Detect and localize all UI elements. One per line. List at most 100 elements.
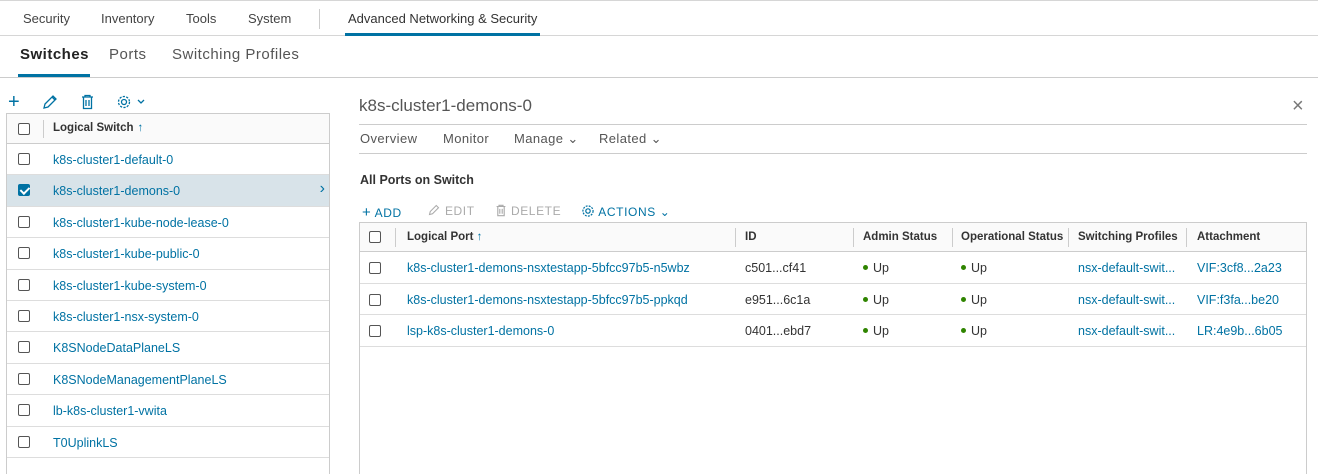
row-checkbox[interactable]: [369, 325, 381, 337]
nav-tools[interactable]: Tools: [186, 1, 216, 36]
nav-divider: [319, 9, 320, 29]
chevron-right-icon[interactable]: ›: [320, 180, 325, 198]
column-header-logical-switch[interactable]: Logical Switch ↑: [53, 122, 143, 134]
column-header-id[interactable]: ID: [745, 231, 757, 243]
pencil-icon[interactable]: [42, 94, 58, 110]
gear-icon[interactable]: [116, 94, 146, 110]
switching-profile-link[interactable]: nsx-default-swit...: [1078, 261, 1175, 275]
row-checkbox[interactable]: [18, 184, 30, 197]
row-checkbox[interactable]: [18, 153, 30, 165]
column-divider: [1186, 228, 1187, 247]
tab-ports[interactable]: Ports: [109, 46, 147, 63]
tab-overview[interactable]: Overview: [360, 131, 417, 146]
switch-row[interactable]: k8s-cluster1-demons-0 ›: [7, 175, 329, 207]
divider: [359, 124, 1307, 125]
row-checkbox[interactable]: [18, 247, 30, 260]
select-all-ports-checkbox[interactable]: [369, 231, 381, 243]
gear-icon: [582, 205, 594, 217]
switch-row[interactable]: T0UplinkLS: [7, 427, 329, 458]
switch-name-link[interactable]: K8SNodeManagementPlaneLS: [53, 373, 227, 387]
row-checkbox[interactable]: [369, 293, 381, 306]
row-checkbox[interactable]: [18, 372, 30, 385]
port-name-link[interactable]: k8s-cluster1-demons-nsxtestapp-5bfcc97b5…: [407, 293, 688, 307]
edit-button[interactable]: EDIT: [427, 204, 475, 218]
column-header-attachment[interactable]: Attachment: [1197, 231, 1260, 243]
switch-name-link[interactable]: k8s-cluster1-kube-public-0: [53, 247, 200, 261]
switch-row[interactable]: k8s-cluster1-kube-public-0: [7, 238, 329, 270]
status-dot-icon: [863, 328, 868, 333]
sort-arrow-icon: ↑: [476, 231, 483, 243]
column-header-logical-port[interactable]: Logical Port ↑: [407, 231, 482, 243]
nav-advanced-networking[interactable]: Advanced Networking & Security: [345, 1, 541, 36]
tab-monitor[interactable]: Monitor: [443, 131, 489, 146]
switch-name-link[interactable]: k8s-cluster1-default-0: [53, 153, 173, 167]
table-row: k8s-cluster1-demons-nsxtestapp-5bfcc97b5…: [360, 252, 1306, 284]
admin-status: Up: [863, 261, 889, 275]
nav-system[interactable]: System: [248, 1, 291, 36]
column-divider: [952, 228, 953, 247]
switch-row[interactable]: k8s-cluster1-default-0: [7, 144, 329, 176]
port-name-link[interactable]: k8s-cluster1-demons-nsxtestapp-5bfcc97b5…: [407, 261, 690, 275]
column-divider: [43, 120, 44, 138]
column-header-switching-profiles[interactable]: Switching Profiles: [1078, 231, 1178, 243]
row-checkbox[interactable]: [18, 404, 30, 417]
switch-name-link[interactable]: k8s-cluster1-nsx-system-0: [53, 310, 199, 324]
tab-related[interactable]: Related ⌄: [599, 131, 662, 147]
status-dot-icon: [961, 328, 966, 333]
column-header-operational-status[interactable]: Operational Status: [961, 231, 1063, 243]
sort-arrow-icon: ↑: [137, 122, 144, 134]
admin-status: Up: [863, 293, 889, 307]
switch-row[interactable]: lb-k8s-cluster1-vwita: [7, 395, 329, 427]
nav-inventory[interactable]: Inventory: [101, 1, 154, 36]
tab-switching-profiles[interactable]: Switching Profiles: [172, 46, 299, 63]
switch-row[interactable]: k8s-cluster1-kube-node-lease-0: [7, 207, 329, 239]
port-name-link[interactable]: lsp-k8s-cluster1-demons-0: [407, 324, 554, 338]
section-title: All Ports on Switch: [360, 173, 474, 187]
trash-icon: [496, 204, 506, 217]
port-id: e951...6c1a: [745, 292, 811, 307]
column-divider: [853, 228, 854, 247]
row-checkbox[interactable]: [18, 341, 30, 354]
admin-status: Up: [863, 324, 889, 338]
actions-menu-button[interactable]: ACTIONS ⌄: [581, 204, 670, 219]
attachment-link[interactable]: LR:4e9b...6b05: [1197, 324, 1283, 338]
row-checkbox[interactable]: [18, 278, 30, 291]
add-button[interactable]: + ADD: [362, 204, 402, 221]
switch-row[interactable]: k8s-cluster1-nsx-system-0: [7, 301, 329, 333]
switch-name-link[interactable]: k8s-cluster1-kube-system-0: [53, 279, 207, 293]
switch-name-link[interactable]: k8s-cluster1-kube-node-lease-0: [53, 216, 229, 230]
status-dot-icon: [961, 265, 966, 270]
status-dot-icon: [863, 296, 868, 302]
trash-icon[interactable]: [80, 94, 95, 110]
row-checkbox[interactable]: [369, 262, 381, 274]
column-divider: [1068, 228, 1069, 247]
operational-status: Up: [961, 293, 987, 307]
close-icon[interactable]: ×: [1292, 96, 1304, 116]
switch-grid: Logical Switch ↑ k8s-cluster1-default-0 k8…: [6, 113, 330, 474]
attachment-link[interactable]: VIF:f3fa...be20: [1197, 293, 1279, 307]
switch-name-link[interactable]: K8SNodeDataPlaneLS: [53, 341, 180, 355]
switch-name-link[interactable]: k8s-cluster1-demons-0: [53, 184, 180, 198]
switch-row[interactable]: K8SNodeManagementPlaneLS: [7, 364, 329, 396]
row-checkbox[interactable]: [18, 310, 30, 322]
row-checkbox[interactable]: [18, 215, 30, 228]
switching-profile-link[interactable]: nsx-default-swit...: [1078, 324, 1175, 338]
tab-manage[interactable]: Manage ⌄: [514, 131, 579, 147]
switch-name-link[interactable]: lb-k8s-cluster1-vwita: [53, 404, 167, 418]
attachment-link[interactable]: VIF:3cf8...2a23: [1197, 261, 1282, 275]
divider: [359, 153, 1307, 154]
detail-title: k8s-cluster1-demons-0: [359, 96, 532, 115]
row-checkbox[interactable]: [18, 435, 30, 448]
select-all-checkbox[interactable]: [18, 123, 30, 135]
delete-button[interactable]: DELETE: [495, 204, 561, 218]
plus-icon[interactable]: +: [8, 92, 20, 112]
switch-row[interactable]: K8SNodeDataPlaneLS: [7, 332, 329, 364]
tab-switches[interactable]: Switches: [20, 46, 89, 63]
switch-name-link[interactable]: T0UplinkLS: [53, 436, 118, 450]
nav-security[interactable]: Security: [23, 1, 70, 36]
switching-profile-link[interactable]: nsx-default-swit...: [1078, 293, 1175, 307]
port-id: c501...cf41: [745, 261, 807, 275]
column-divider: [395, 228, 396, 247]
column-header-admin-status[interactable]: Admin Status: [863, 231, 937, 243]
switch-row[interactable]: k8s-cluster1-kube-system-0: [7, 270, 329, 301]
